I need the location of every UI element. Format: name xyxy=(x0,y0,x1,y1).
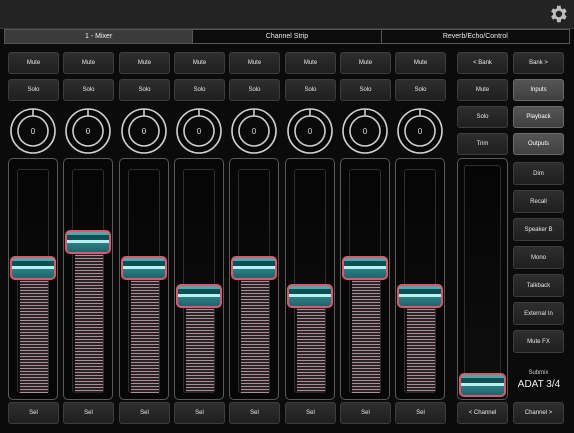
pan-value: 0 xyxy=(30,126,36,136)
recall-button[interactable]: Recall xyxy=(513,190,564,213)
mute-fx-button[interactable]: Mute FX xyxy=(513,330,564,353)
pan-value: 0 xyxy=(362,126,368,136)
fader-cap[interactable] xyxy=(231,256,277,280)
select-button[interactable]: Sel xyxy=(229,402,280,424)
pan-knob[interactable]: 0 xyxy=(175,107,223,155)
fader-cap[interactable] xyxy=(342,256,388,280)
fader-cap[interactable] xyxy=(121,256,167,280)
channel-prev-button[interactable]: < Channel xyxy=(457,402,508,424)
top-bar xyxy=(0,0,574,29)
gear-icon[interactable] xyxy=(547,3,569,25)
solo-button[interactable]: Solo xyxy=(174,79,225,101)
channel-fader[interactable] xyxy=(285,158,335,400)
solo-button[interactable]: Solo xyxy=(119,79,170,101)
submix-value: ADAT 3/4 xyxy=(517,379,561,390)
inputs-button[interactable]: Inputs xyxy=(513,79,564,101)
dim-button[interactable]: Dim xyxy=(513,162,564,185)
pan-value: 0 xyxy=(417,126,423,136)
pan-knob[interactable]: 0 xyxy=(64,107,112,155)
pan-value: 0 xyxy=(196,126,202,136)
level-meter xyxy=(241,278,269,393)
bank-next-button[interactable]: Bank > xyxy=(513,52,564,74)
select-button[interactable]: Sel xyxy=(340,402,391,424)
fader-cap[interactable] xyxy=(287,284,333,308)
channel-fader[interactable] xyxy=(340,158,390,400)
select-button[interactable]: Sel xyxy=(285,402,336,424)
channel-fader[interactable] xyxy=(395,158,445,400)
fader-cap[interactable] xyxy=(397,284,443,308)
tab-mixer[interactable]: 1 - Mixer xyxy=(5,30,194,43)
mute-button[interactable]: Mute xyxy=(229,52,280,74)
solo-button[interactable]: Solo xyxy=(285,79,336,101)
channel-next-button[interactable]: Channel > xyxy=(513,402,564,424)
solo-button[interactable]: Solo xyxy=(63,79,114,101)
pan-value: 0 xyxy=(307,126,313,136)
master-mute-button[interactable]: Mute xyxy=(457,79,508,101)
level-meter xyxy=(297,306,325,393)
select-button[interactable]: Sel xyxy=(119,402,170,424)
solo-button[interactable]: Solo xyxy=(229,79,280,101)
mute-button[interactable]: Mute xyxy=(174,52,225,74)
solo-button[interactable]: Solo xyxy=(340,79,391,101)
mute-button[interactable]: Mute xyxy=(285,52,336,74)
master-solo-button[interactable]: Solo xyxy=(457,106,508,128)
pan-value: 0 xyxy=(251,126,257,136)
pan-knob[interactable]: 0 xyxy=(396,107,444,155)
outputs-button[interactable]: Outputs xyxy=(513,133,564,155)
level-meter xyxy=(352,278,380,393)
pan-value: 0 xyxy=(141,126,147,136)
master-fader[interactable] xyxy=(457,158,508,400)
fader-cap[interactable] xyxy=(176,284,222,308)
channel-fader[interactable] xyxy=(119,158,169,400)
mute-button[interactable]: Mute xyxy=(340,52,391,74)
fader-cap[interactable] xyxy=(65,230,111,254)
speaker-b-button[interactable]: Speaker B xyxy=(513,218,564,241)
mute-button[interactable]: Mute xyxy=(8,52,59,74)
talkback-button[interactable]: Talkback xyxy=(513,274,564,297)
trim-button[interactable]: Trim xyxy=(457,133,508,155)
level-meter xyxy=(20,278,48,393)
level-meter xyxy=(407,306,435,393)
level-meter xyxy=(186,306,214,393)
solo-button[interactable]: Solo xyxy=(395,79,446,101)
pan-value: 0 xyxy=(85,126,91,136)
mute-button[interactable]: Mute xyxy=(63,52,114,74)
select-button[interactable]: Sel xyxy=(63,402,114,424)
playback-button[interactable]: Playback xyxy=(513,106,564,128)
fader-cap[interactable] xyxy=(10,256,56,280)
external-in-button[interactable]: External In xyxy=(513,302,564,325)
pan-knob[interactable]: 0 xyxy=(230,107,278,155)
bank-prev-button[interactable]: < Bank xyxy=(457,52,508,74)
tab-channel-strip[interactable]: Channel Strip xyxy=(193,30,382,43)
select-button[interactable]: Sel xyxy=(395,402,446,424)
solo-button[interactable]: Solo xyxy=(8,79,59,101)
select-button[interactable]: Sel xyxy=(174,402,225,424)
master-fader-track xyxy=(464,165,501,395)
pan-knob[interactable]: 0 xyxy=(286,107,334,155)
mute-button[interactable]: Mute xyxy=(119,52,170,74)
pan-knob[interactable]: 0 xyxy=(120,107,168,155)
channel-fader[interactable] xyxy=(229,158,279,400)
master-fader-cap[interactable] xyxy=(459,373,506,397)
select-button[interactable]: Sel xyxy=(8,402,59,424)
channel-fader[interactable] xyxy=(174,158,224,400)
mute-button[interactable]: Mute xyxy=(395,52,446,74)
level-meter xyxy=(131,278,159,393)
tab-reverb-echo-control[interactable]: Reverb/Echo/Control xyxy=(381,30,569,43)
channel-fader[interactable] xyxy=(63,158,113,400)
pan-knob[interactable]: 0 xyxy=(341,107,389,155)
submix-label: Submix xyxy=(528,370,549,376)
mono-button[interactable]: Mono xyxy=(513,246,564,269)
tab-bar: 1 - Mixer Channel Strip Reverb/Echo/Cont… xyxy=(4,29,570,44)
channel-fader[interactable] xyxy=(8,158,58,400)
level-meter xyxy=(75,252,103,393)
pan-knob[interactable]: 0 xyxy=(9,107,57,155)
